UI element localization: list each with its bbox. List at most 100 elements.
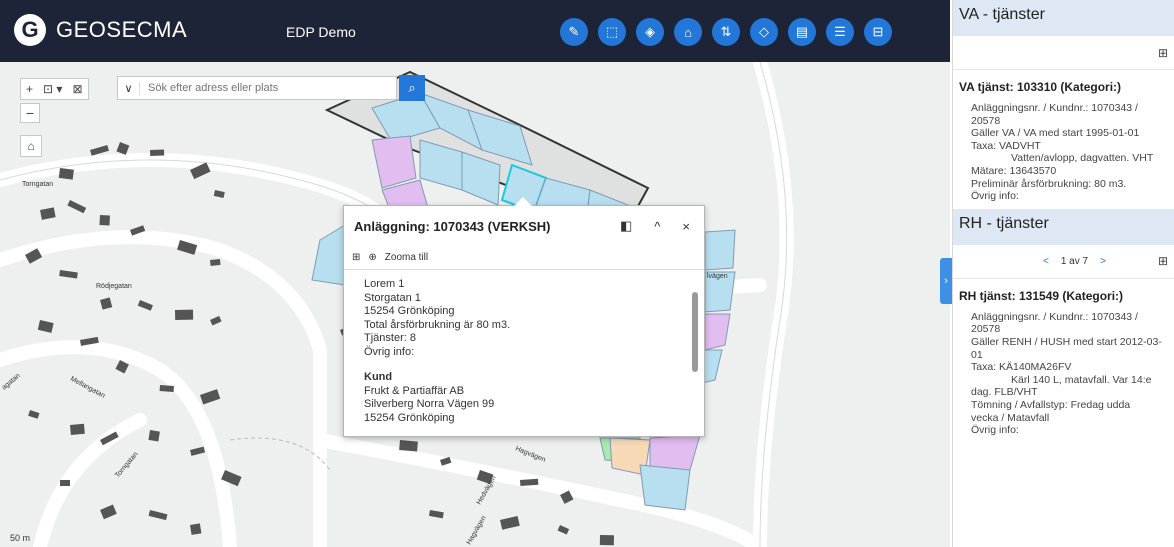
zoom-icon[interactable]: ⊕	[368, 252, 376, 263]
rh-line: dag. FLB/VHT	[971, 386, 1038, 399]
building-footprint	[59, 270, 78, 279]
report-icon[interactable]: ▤	[788, 18, 816, 46]
zoom-to-link[interactable]: Zooma till	[385, 252, 428, 263]
close-icon[interactable]: ×	[682, 219, 690, 234]
select-tool-icon[interactable]: ⊡ ▾	[38, 82, 67, 96]
pager-next-button[interactable]: >	[1100, 256, 1106, 267]
building-footprint	[58, 168, 74, 180]
building-footprint	[137, 300, 153, 311]
logo-text: GEOSECMA	[56, 17, 188, 42]
map-control-bar: + ⊡ ▾ ⊠	[20, 78, 89, 100]
rh-line: 01	[971, 348, 983, 361]
search-button[interactable]: ⌕	[399, 75, 425, 101]
tools-icon[interactable]: ⇅	[712, 18, 740, 46]
rh-line: Anläggningsnr. / Kundnr.: 1070343 /	[971, 310, 1138, 323]
select-rect-icon[interactable]: ⬚	[598, 18, 626, 46]
grid-icon[interactable]: ⊞	[1158, 46, 1168, 60]
va-title: VA tjänst: 103310 (Kategori:)	[959, 80, 1122, 94]
building-footprint	[100, 504, 117, 520]
building-footprint	[148, 430, 160, 442]
search-input[interactable]	[140, 82, 396, 94]
va-line: 20578	[971, 114, 1001, 127]
kund-line: Frukt & Partiaffär AB	[364, 384, 465, 397]
rh-line: Övrig info:	[971, 424, 1019, 437]
popup-line: Övrig info:	[364, 345, 415, 358]
rh-heading: RH - tjänster	[953, 208, 1174, 245]
scroll-thumb[interactable]	[692, 292, 698, 372]
rh-line: Tömning / Avfallstyp: Fredag udda	[971, 398, 1131, 411]
chevron-down-icon[interactable]: ∨	[118, 81, 140, 95]
street-label: Mellangatan	[69, 376, 106, 400]
building-footprint	[60, 480, 70, 486]
popup-header: Anläggning: 1070343 (VERKSH) ◧ ^ ×	[344, 206, 704, 246]
dock-icon[interactable]: ◧	[620, 218, 632, 234]
building-footprint	[190, 446, 206, 456]
va-line: Anläggningsnr. / Kundnr.: 1070343 /	[971, 102, 1138, 114]
street-label: Torngatan	[114, 451, 139, 479]
popup-actions: ◧ ^ ×	[620, 218, 690, 234]
popup-content: Lorem 1 Storgatan 1 15254 Grönköping Tot…	[364, 278, 682, 425]
app-header: G GEOSECMA EDP Demo ✎ ⬚ ◈ ⌂ ⇅ ◇ ▤ ☰ ⊟	[0, 0, 950, 62]
building-footprint	[213, 190, 225, 198]
logo-icon: G	[14, 14, 46, 46]
collapse-icon[interactable]: ^	[654, 219, 660, 234]
search-box: ∨	[117, 76, 397, 100]
popup-pointer	[514, 197, 532, 206]
list-icon[interactable]: ☰	[826, 18, 854, 46]
popup-line: Lorem 1	[364, 278, 405, 290]
building-footprint	[100, 297, 113, 310]
house-icon[interactable]: ⌂	[674, 18, 702, 46]
building-footprint	[210, 258, 221, 266]
street-label: Rödjegatan	[96, 283, 132, 290]
building-footprint	[599, 535, 614, 546]
popup-toolbar: ⊞ ⊕ Zooma till	[344, 246, 704, 270]
zoom-out-button[interactable]: −	[20, 103, 40, 123]
rh-taxa-desc: Kärl 140 L, matavfall. Var 14:e	[1011, 373, 1152, 386]
rh-title: RH tjänst: 131549 (Kategori:)	[959, 288, 1124, 303]
va-line: Mätare: 13643570	[971, 164, 1057, 177]
database-icon[interactable]: ⊟	[864, 18, 892, 46]
popup-scrollbar[interactable]	[690, 276, 698, 432]
pager-text: 1 av 7	[1060, 255, 1089, 267]
rh-line: Taxa: KÄ140MA26FV	[971, 361, 1072, 374]
building-footprint	[116, 142, 130, 155]
feature-popup: Anläggning: 1070343 (VERKSH) ◧ ^ × ⊞ ⊕ Z…	[343, 197, 705, 437]
popup-line: Storgatan 1	[364, 291, 421, 304]
edit-icon[interactable]: ✎	[560, 18, 588, 46]
building-footprint	[520, 478, 539, 486]
grid-icon[interactable]: ⊞	[352, 252, 360, 263]
building-footprint	[175, 309, 194, 320]
rh-details: Anläggningsnr. / Kundnr.: 1070343 / 2057…	[953, 311, 1174, 437]
toolbar: ✎ ⬚ ◈ ⌂ ⇅ ◇ ▤ ☰ ⊟	[560, 18, 892, 46]
building-footprint	[150, 149, 165, 156]
layers-icon[interactable]: ◇	[750, 18, 778, 46]
va-line: Taxa: VADVHT	[971, 139, 1041, 152]
building-footprint	[67, 200, 87, 214]
rh-line: vecka / Matavfall	[971, 411, 1050, 424]
popup-line: 15254 Grönköping	[364, 305, 455, 317]
grid-icon[interactable]: ⊞	[1158, 254, 1168, 268]
scale-bar: 50 m	[10, 533, 31, 543]
building-footprint	[37, 320, 54, 333]
street-label: lvägen	[707, 273, 728, 280]
home-icon[interactable]: ⌂	[20, 135, 42, 157]
street-label: Torngatan	[22, 181, 53, 188]
va-details: Anläggningsnr. / Kundnr.: 1070343 / 2057…	[953, 102, 1174, 203]
building-footprint	[39, 207, 56, 220]
popup-line: Tjänster: 8	[364, 332, 416, 344]
va-line: Gäller VA / VA med start 1995-01-01	[971, 127, 1140, 140]
clear-selection-icon[interactable]: ⊠	[67, 82, 87, 96]
building-footprint	[210, 315, 222, 326]
building-footprint	[90, 145, 109, 156]
zoom-in-button[interactable]: +	[21, 82, 38, 96]
pager: < 1 av 7 >	[1043, 256, 1106, 267]
va-line: Övrig info:	[971, 190, 1019, 203]
building-footprint	[28, 410, 40, 419]
measure-icon[interactable]: ◈	[636, 18, 664, 46]
panel-toggle-icon[interactable]: ›	[940, 258, 952, 304]
building-footprint	[500, 515, 520, 530]
kund-heading: Kund	[364, 371, 393, 383]
logo: G GEOSECMA	[14, 14, 187, 46]
building-footprint	[159, 385, 174, 392]
pager-prev-button[interactable]: <	[1043, 256, 1049, 267]
